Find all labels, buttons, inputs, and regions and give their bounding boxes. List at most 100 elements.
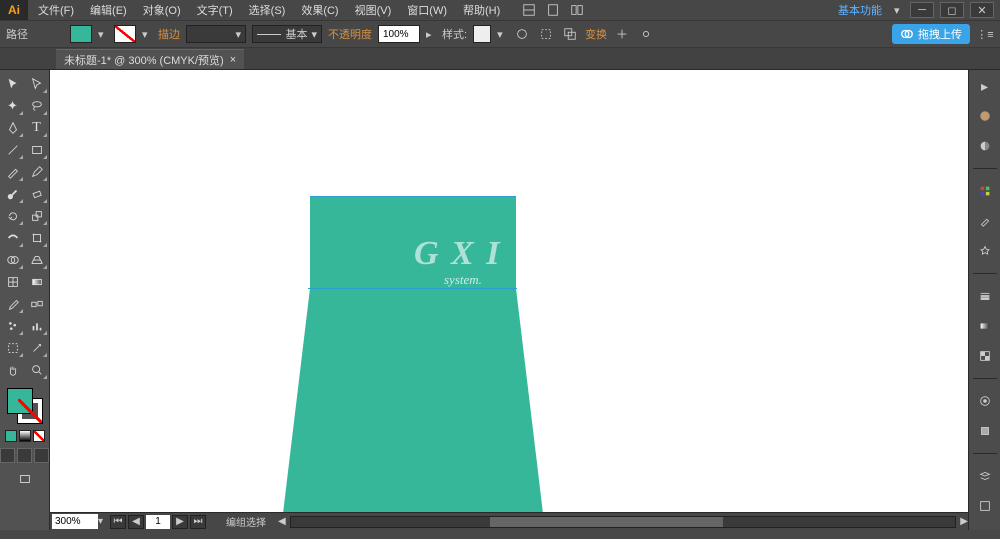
brushes-panel-icon[interactable]	[973, 209, 997, 233]
transparency-panel-icon[interactable]	[973, 344, 997, 368]
color-guide-panel-icon[interactable]	[973, 134, 997, 158]
menu-view[interactable]: 视图(V)	[349, 0, 398, 20]
artwork-trapezoid[interactable]	[281, 288, 545, 530]
stroke-indicator[interactable]	[17, 398, 43, 424]
minimize-button[interactable]: ─	[910, 2, 934, 18]
magic-wand-tool[interactable]: ✦	[2, 96, 24, 116]
stroke-swatch[interactable]	[114, 25, 136, 43]
shape-mode-icon[interactable]	[561, 25, 579, 43]
draw-inside[interactable]	[34, 448, 49, 463]
color-mode-none[interactable]	[33, 430, 45, 442]
horizontal-scrollbar[interactable]	[290, 516, 957, 528]
maximize-button[interactable]: ◻	[940, 2, 964, 18]
artboard-tool[interactable]	[2, 338, 24, 358]
paintbrush-tool[interactable]	[2, 162, 24, 182]
rectangle-tool[interactable]	[26, 140, 48, 160]
fill-dropdown-icon[interactable]: ▾	[98, 28, 108, 41]
isolate-icon[interactable]	[613, 25, 631, 43]
blob-brush-tool[interactable]	[2, 184, 24, 204]
slice-tool[interactable]	[26, 338, 48, 358]
selection-tool[interactable]	[2, 74, 24, 94]
opacity-link-label[interactable]: 不透明度	[328, 26, 372, 42]
recolor-icon[interactable]	[513, 25, 531, 43]
draw-normal[interactable]	[0, 448, 15, 463]
menu-edit[interactable]: 编辑(E)	[84, 0, 133, 20]
symbols-panel-icon[interactable]	[973, 239, 997, 263]
upload-button[interactable]: 拖拽上传	[892, 24, 970, 44]
graphic-style-swatch[interactable]	[473, 25, 491, 43]
pencil-tool[interactable]	[26, 162, 48, 182]
fill-stroke-indicator[interactable]	[5, 386, 45, 426]
close-button[interactable]: ✕	[970, 2, 994, 18]
screen-mode-button[interactable]	[14, 469, 36, 489]
menu-file[interactable]: 文件(F)	[32, 0, 80, 20]
edit-pattern-icon[interactable]	[637, 25, 655, 43]
canvas[interactable]: G X I system.	[50, 70, 968, 530]
scale-tool[interactable]	[26, 206, 48, 226]
gradient-panel-icon[interactable]	[973, 314, 997, 338]
color-panel-icon[interactable]	[973, 104, 997, 128]
menu-effect[interactable]: 效果(C)	[295, 0, 344, 20]
graphic-styles-panel-icon[interactable]	[973, 419, 997, 443]
appearance-panel-icon[interactable]	[973, 389, 997, 413]
gradient-tool[interactable]	[26, 272, 48, 292]
workspace-switcher[interactable]: 基本功能	[832, 2, 888, 18]
lasso-tool[interactable]	[26, 96, 48, 116]
blend-tool[interactable]	[26, 294, 48, 314]
free-transform-tool[interactable]	[26, 228, 48, 248]
menu-window[interactable]: 窗口(W)	[401, 0, 453, 20]
type-tool[interactable]: T	[26, 118, 48, 138]
document-tab[interactable]: 未标题-1* @ 300% (CMYK/预览) ×	[56, 49, 244, 69]
fill-swatch[interactable]	[70, 25, 92, 43]
workspace-dropdown-icon[interactable]: ▾	[894, 4, 904, 17]
layout-icon[interactable]	[520, 2, 538, 18]
prev-artboard-button[interactable]: ◀	[128, 515, 144, 529]
hscroll-left-icon[interactable]: ◀	[278, 516, 286, 527]
perspective-grid-tool[interactable]	[26, 250, 48, 270]
hscroll-thumb[interactable]	[490, 517, 723, 527]
color-mode-gradient[interactable]	[19, 430, 31, 442]
draw-behind[interactable]	[17, 448, 32, 463]
color-mode-solid[interactable]	[5, 430, 17, 442]
first-artboard-button[interactable]: ⏮	[110, 515, 126, 529]
brush-definition[interactable]: 基本▾	[252, 25, 322, 43]
zoom-dropdown-icon[interactable]: ▾	[98, 516, 108, 527]
width-tool[interactable]	[2, 228, 24, 248]
layers-panel-icon[interactable]	[973, 464, 997, 488]
menu-type[interactable]: 文字(T)	[191, 0, 239, 20]
next-artboard-button[interactable]: ▶	[172, 515, 188, 529]
column-graph-tool[interactable]	[26, 316, 48, 336]
transform-link-label[interactable]: 变换	[585, 26, 607, 42]
stroke-link-label[interactable]: 描边	[158, 26, 180, 42]
tab-close-icon[interactable]: ×	[230, 54, 236, 66]
style-dropdown-icon[interactable]: ▾	[497, 28, 507, 41]
pen-tool[interactable]	[2, 118, 24, 138]
zoom-tool[interactable]	[26, 360, 48, 380]
last-artboard-button[interactable]: ⏭	[190, 515, 206, 529]
direct-selection-tool[interactable]	[26, 74, 48, 94]
hscroll-right-icon[interactable]: ▶	[960, 516, 968, 527]
eyedropper-tool[interactable]	[2, 294, 24, 314]
doc-icon[interactable]	[544, 2, 562, 18]
zoom-level-input[interactable]: 300%	[52, 514, 98, 529]
hand-tool[interactable]	[2, 360, 24, 380]
symbol-sprayer-tool[interactable]	[2, 316, 24, 336]
collapse-dock-icon[interactable]: ▸	[973, 74, 997, 98]
stroke-dropdown-icon[interactable]: ▾	[142, 28, 152, 41]
menu-object[interactable]: 对象(O)	[137, 0, 187, 20]
shape-builder-tool[interactable]	[2, 250, 24, 270]
stroke-weight-input[interactable]: ▾	[186, 25, 246, 43]
menu-select[interactable]: 选择(S)	[243, 0, 292, 20]
align-icon[interactable]	[537, 25, 555, 43]
opacity-dropdown-icon[interactable]: ▸	[426, 28, 436, 41]
menu-help[interactable]: 帮助(H)	[457, 0, 506, 20]
artboard-number-input[interactable]: 1	[146, 515, 170, 529]
panel-menu-icon[interactable]: ⋮≡	[976, 25, 994, 43]
rotate-tool[interactable]	[2, 206, 24, 226]
eraser-tool[interactable]	[26, 184, 48, 204]
mesh-tool[interactable]	[2, 272, 24, 292]
swatches-panel-icon[interactable]	[973, 179, 997, 203]
line-tool[interactable]	[2, 140, 24, 160]
artboards-panel-icon[interactable]	[973, 494, 997, 518]
opacity-input[interactable]: 100%	[378, 25, 420, 43]
